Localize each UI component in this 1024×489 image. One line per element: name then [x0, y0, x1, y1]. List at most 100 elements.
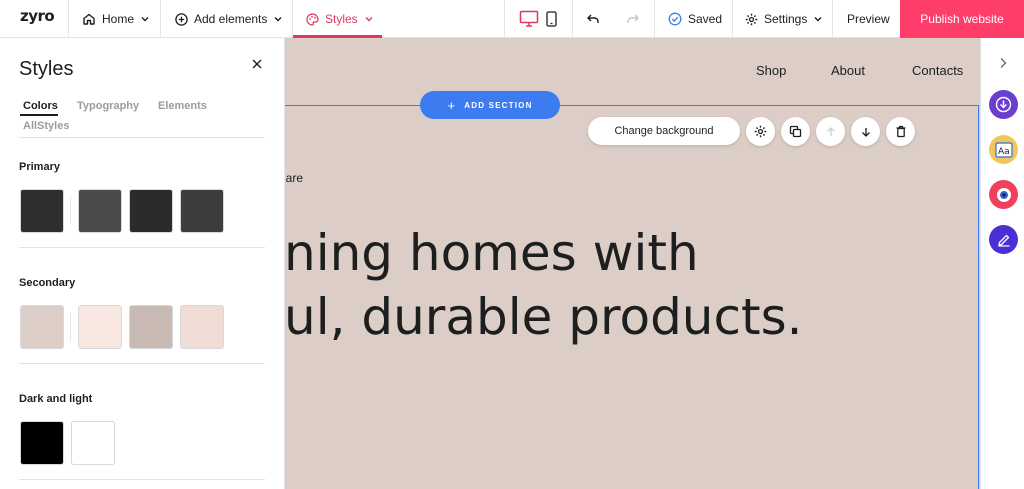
website-canvas[interactable]: Shop About Contacts + ADD SECTION Change…	[285, 38, 980, 489]
page-select-dropdown[interactable]: Home	[82, 0, 150, 38]
active-tab-indicator	[20, 114, 58, 116]
page-select-label: Home	[102, 12, 135, 26]
styles-button[interactable]: Styles	[306, 0, 374, 38]
add-elements-button[interactable]: Add elements	[175, 0, 283, 38]
right-tool-rail: Aa	[980, 38, 1024, 489]
close-icon[interactable]	[250, 57, 264, 71]
section-divider	[19, 247, 265, 248]
divider	[68, 0, 69, 38]
secondary-variant-swatch[interactable]	[180, 305, 224, 349]
swatch-divider	[70, 197, 71, 225]
tab-elements[interactable]: Elements	[158, 100, 207, 112]
section-divider	[19, 363, 265, 364]
styles-label: Styles	[325, 12, 358, 26]
chevron-down-icon	[141, 17, 149, 22]
tab-allstyles[interactable]: AllStyles	[23, 120, 69, 132]
duplicate-section-button[interactable]	[781, 117, 810, 146]
panel-title: Styles	[19, 58, 74, 80]
primary-variant-swatch[interactable]	[78, 189, 122, 233]
primary-section-title: Primary	[19, 161, 60, 173]
palette-icon	[306, 12, 319, 26]
settings-label: Settings	[764, 12, 808, 26]
divider	[654, 0, 655, 38]
swatch-divider	[70, 313, 71, 341]
move-section-up-button[interactable]	[816, 117, 845, 146]
chevron-right-icon[interactable]	[998, 57, 1008, 69]
divider	[832, 0, 833, 38]
hero-headline[interactable]: ning homes with ul, durable products.	[285, 221, 803, 349]
eye-icon	[996, 187, 1011, 202]
light-color-swatch[interactable]	[71, 421, 115, 465]
section-settings-button[interactable]	[746, 117, 775, 146]
edit-button[interactable]	[989, 225, 1018, 254]
primary-color-swatch[interactable]	[20, 189, 64, 233]
hero-headline-line-2: ul, durable products.	[285, 288, 803, 346]
typography-button[interactable]: Aa	[989, 135, 1018, 164]
saved-status: Saved	[668, 0, 728, 38]
section-divider	[19, 479, 265, 480]
chevron-down-icon	[814, 17, 822, 22]
undo-icon	[587, 14, 599, 23]
svg-text:Aa: Aa	[998, 147, 1010, 157]
plus-circle-icon	[175, 12, 188, 26]
delete-section-button[interactable]	[886, 117, 915, 146]
settings-dropdown[interactable]: Settings	[745, 0, 823, 38]
dark-color-swatch[interactable]	[20, 421, 64, 465]
add-elements-label: Add elements	[194, 12, 268, 26]
add-section-label: ADD SECTION	[464, 100, 533, 110]
divider	[572, 0, 573, 38]
primary-variant-swatch[interactable]	[129, 189, 173, 233]
styles-panel: Styles Colors Typography Elements AllSty…	[0, 38, 285, 489]
desktop-view-button[interactable]	[519, 0, 539, 38]
secondary-variant-swatch[interactable]	[129, 305, 173, 349]
edit-icon	[997, 234, 1009, 247]
nav-link-shop[interactable]: Shop	[756, 63, 786, 78]
import-button[interactable]	[989, 90, 1018, 119]
typography-icon: Aa	[994, 141, 1013, 158]
divider	[292, 0, 293, 38]
plus-icon: +	[447, 97, 457, 113]
check-circle-icon	[668, 12, 682, 26]
tab-typography[interactable]: Typography	[77, 100, 139, 112]
desktop-icon	[519, 10, 539, 27]
home-icon	[83, 13, 95, 25]
chevron-down-icon	[274, 17, 282, 22]
tab-colors[interactable]: Colors	[23, 100, 58, 112]
gear-icon	[754, 125, 767, 138]
publish-website-button[interactable]: Publish website	[900, 0, 1024, 38]
divider	[732, 0, 733, 38]
primary-variant-swatch[interactable]	[180, 189, 224, 233]
redo-icon	[627, 14, 639, 23]
change-background-button[interactable]: Change background	[588, 117, 740, 145]
preview-label: Preview	[847, 12, 890, 26]
redo-button[interactable]	[626, 0, 640, 38]
top-toolbar: zyro Home Add elements Styles Saved Sett…	[0, 0, 1024, 38]
add-section-button[interactable]: + ADD SECTION	[420, 91, 560, 119]
arrow-down-icon	[861, 127, 870, 137]
preview-button[interactable]: Preview	[847, 0, 890, 38]
secondary-variant-swatch[interactable]	[78, 305, 122, 349]
divider	[160, 0, 161, 38]
copy-icon	[789, 125, 802, 138]
secondary-section-title: Secondary	[19, 277, 76, 289]
undo-button[interactable]	[586, 0, 600, 38]
zyro-logo[interactable]: zyro	[20, 7, 55, 25]
trash-icon	[896, 125, 905, 138]
nav-link-about[interactable]: About	[831, 63, 865, 78]
move-section-down-button[interactable]	[851, 117, 880, 146]
divider	[504, 0, 505, 38]
saved-label: Saved	[688, 12, 723, 26]
download-icon	[995, 96, 1012, 113]
hero-small-text[interactable]: ou are	[285, 171, 303, 185]
mobile-view-button[interactable]	[546, 0, 557, 38]
secondary-color-swatch[interactable]	[20, 305, 64, 349]
nav-link-contacts[interactable]: Contacts	[912, 63, 963, 78]
gear-icon	[745, 13, 758, 25]
styles-tabs: Colors Typography Elements AllStyles	[19, 100, 265, 138]
hero-headline-line-1: ning homes with	[285, 224, 699, 282]
preview-eye-button[interactable]	[989, 180, 1018, 209]
dark-light-section-title: Dark and light	[19, 393, 93, 405]
arrow-up-icon	[826, 126, 835, 136]
chevron-down-icon	[365, 17, 373, 22]
mobile-icon	[546, 11, 557, 27]
